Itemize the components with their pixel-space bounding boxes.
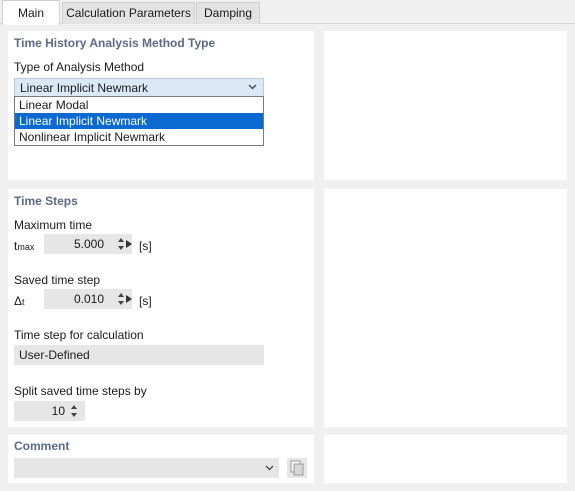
calc-time-step-value: User-Defined (19, 348, 90, 362)
comment-right-panel (324, 435, 567, 483)
split-time-steps-spinner[interactable]: 10 (14, 401, 85, 421)
analysis-method-value: Linear Implicit Newmark (20, 81, 149, 95)
dt-value: 0.010 (73, 292, 104, 306)
option-linear-implicit-newmark[interactable]: Linear Implicit Newmark (15, 113, 263, 129)
tab-damping[interactable]: Damping (196, 2, 260, 24)
split-time-steps-label: Split saved time steps by (14, 384, 147, 398)
split-value: 10 (51, 404, 65, 418)
saved-time-step-label: Saved time step (14, 273, 101, 287)
tab-bar: Calculation Parameters Damping Main (0, 0, 575, 25)
method-type-panel: Time History Analysis Method Type Type o… (8, 31, 314, 180)
tab-calculation-parameters[interactable]: Calculation Parameters (62, 2, 195, 24)
method-type-title: Time History Analysis Method Type (14, 36, 216, 50)
tmax-symbol: tmax (14, 239, 35, 253)
play-arrow-icon[interactable] (125, 239, 133, 249)
option-linear-modal[interactable]: Linear Modal (15, 97, 263, 113)
copy-icon[interactable] (287, 458, 307, 478)
method-type-right-panel (324, 31, 567, 180)
calc-time-step-label: Time step for calculation (14, 328, 144, 342)
spin-arrows-icon[interactable] (69, 403, 79, 419)
comment-combo[interactable] (14, 458, 279, 478)
comment-title: Comment (14, 439, 70, 453)
analysis-method-dropdown[interactable]: Linear Implicit Newmark (14, 78, 264, 97)
dt-symbol: Δt (14, 294, 25, 308)
tmax-spinner[interactable]: 5.000 (44, 234, 132, 254)
play-arrow-icon[interactable] (125, 294, 133, 304)
calc-time-step-field: User-Defined (14, 345, 264, 365)
tmax-unit: [s] (139, 239, 152, 253)
max-time-label: Maximum time (14, 218, 93, 232)
comment-panel: Comment (8, 435, 314, 483)
chevron-down-icon[interactable] (265, 463, 274, 472)
analysis-method-options: Linear Modal Linear Implicit Newmark Non… (14, 96, 264, 146)
dt-spinner[interactable]: 0.010 (44, 289, 132, 309)
dt-unit: [s] (139, 294, 152, 308)
tab-main[interactable]: Main (2, 0, 60, 25)
chevron-down-icon (248, 84, 257, 90)
analysis-method-label: Type of Analysis Method (14, 60, 145, 74)
tmax-value: 5.000 (73, 237, 104, 251)
time-steps-title: Time Steps (14, 194, 78, 208)
time-steps-right-panel (324, 189, 567, 427)
option-nonlinear-implicit-newmark[interactable]: Nonlinear Implicit Newmark (15, 129, 263, 145)
time-steps-panel: Time Steps Maximum time tmax 5.000 [s] S… (8, 189, 314, 427)
